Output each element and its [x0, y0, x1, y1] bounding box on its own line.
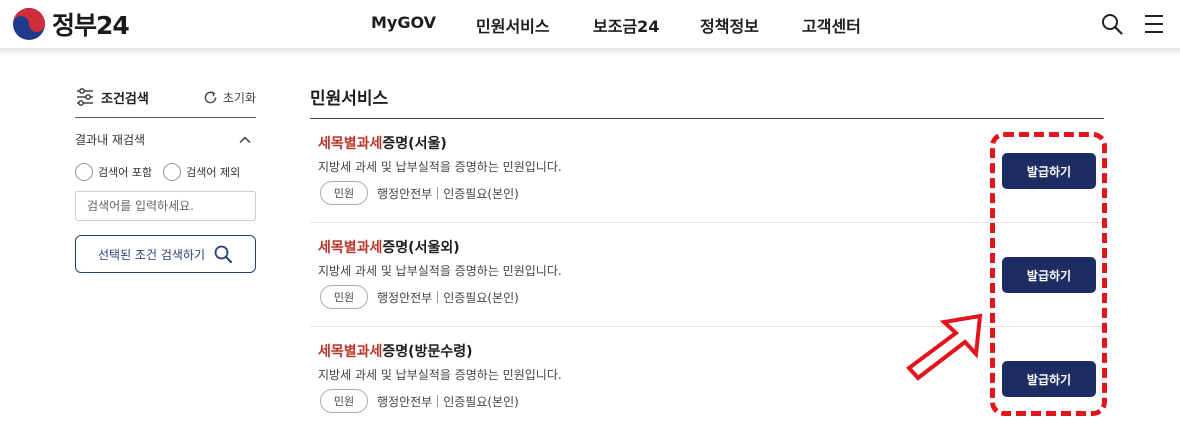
- service-title-rest: 증명(서울): [382, 136, 447, 152]
- menu-icon[interactable]: [1142, 12, 1166, 36]
- highlight-annotation-box: [990, 132, 1107, 416]
- include-radio[interactable]: [75, 163, 93, 181]
- meta-divider: [437, 291, 439, 303]
- service-item: 세목별과세증명(서울) 지방세 과세 및 납부실적을 증명하는 민원입니다. 민…: [310, 119, 1104, 223]
- service-auth: 인증필요(본인): [443, 394, 519, 409]
- service-title-highlight: 세목별과세: [318, 136, 383, 152]
- service-description: 지방세 과세 및 납부실적을 증명하는 민원입니다.: [318, 160, 562, 174]
- page-title: 민원서비스: [310, 89, 389, 109]
- keyword-input[interactable]: [75, 191, 256, 221]
- service-title-highlight: 세목별과세: [318, 344, 383, 360]
- service-auth: 인증필요(본인): [443, 290, 519, 305]
- include-keyword-option[interactable]: 검색어 포함: [75, 163, 152, 181]
- taegeuk-icon: [13, 8, 45, 40]
- refresh-icon: [204, 90, 217, 103]
- panel-title-text: 조건검색: [101, 91, 149, 107]
- nav-policy-info[interactable]: 정책정보: [700, 13, 759, 37]
- service-title[interactable]: 세목별과세증명(방문수령): [318, 341, 472, 361]
- panel-header: 조건검색 초기화: [75, 86, 256, 108]
- service-description: 지방세 과세 및 납부실적을 증명하는 민원입니다.: [318, 368, 562, 382]
- reset-label: 초기화: [222, 90, 256, 105]
- site-logo[interactable]: 정부24: [12, 6, 130, 42]
- reset-button[interactable]: 초기화: [203, 89, 256, 106]
- site-header: 정부24 MyGOV 민원서비스 보조금24 정책정보 고객센터: [0, 0, 1180, 48]
- service-description: 지방세 과세 및 납부실적을 증명하는 민원입니다.: [318, 264, 562, 278]
- service-title[interactable]: 세목별과세증명(서울): [318, 133, 447, 153]
- exclude-label: 검색어 제외: [186, 166, 241, 179]
- filter-sliders-icon: [77, 88, 93, 106]
- service-title-rest: 증명(서울외): [382, 240, 460, 256]
- service-meta: 민원 행정안전부 인증필요(본인): [320, 181, 519, 205]
- search-selected-conditions-button[interactable]: 선택된 조건 검색하기: [75, 235, 256, 273]
- nav-mygov[interactable]: MyGOV: [371, 13, 436, 32]
- logo-text: 정부24: [52, 11, 130, 40]
- search-button-label: 선택된 조건 검색하기: [98, 247, 205, 262]
- service-agency: 행정안전부: [377, 186, 433, 201]
- header-shadow: [0, 48, 1180, 56]
- service-title-highlight: 세목별과세: [318, 240, 383, 256]
- pointer-arrow-icon: [906, 313, 983, 381]
- condition-search-panel: 조건검색 초기화 결과내 재검색 검색어 포함 검색어 제외 선택된 조건 검색…: [75, 86, 256, 273]
- search-icon: [214, 245, 232, 263]
- service-agency: 행정안전부: [377, 290, 433, 305]
- chevron-up-icon: [239, 136, 251, 143]
- refine-search-toggle[interactable]: 결과내 재검색: [75, 131, 256, 148]
- service-meta: 민원 행정안전부 인증필요(본인): [320, 389, 519, 413]
- service-auth: 인증필요(본인): [443, 186, 519, 201]
- include-label: 검색어 포함: [98, 166, 153, 179]
- exclude-keyword-option[interactable]: 검색어 제외: [163, 163, 240, 181]
- nav-civil-service[interactable]: 민원서비스: [476, 13, 550, 37]
- nav-customer-center[interactable]: 고객센터: [802, 13, 861, 37]
- nav-subsidy24[interactable]: 보조금24: [593, 13, 659, 37]
- search-mode-options: 검색어 포함 검색어 제외: [75, 163, 251, 181]
- service-agency: 행정안전부: [377, 394, 433, 409]
- service-tag: 민원: [320, 389, 368, 413]
- header-tools: [1100, 12, 1166, 36]
- meta-divider: [437, 187, 439, 199]
- search-icon[interactable]: [1100, 12, 1124, 36]
- refine-label: 결과내 재검색: [75, 133, 146, 147]
- panel-divider: [75, 117, 256, 118]
- service-title[interactable]: 세목별과세증명(서울외): [318, 237, 460, 257]
- service-meta: 민원 행정안전부 인증필요(본인): [320, 285, 519, 309]
- service-tag: 민원: [320, 181, 368, 205]
- panel-title: 조건검색: [75, 87, 149, 107]
- meta-divider: [437, 395, 439, 407]
- service-tag: 민원: [320, 285, 368, 309]
- service-title-rest: 증명(방문수령): [382, 344, 473, 360]
- exclude-radio[interactable]: [163, 163, 182, 181]
